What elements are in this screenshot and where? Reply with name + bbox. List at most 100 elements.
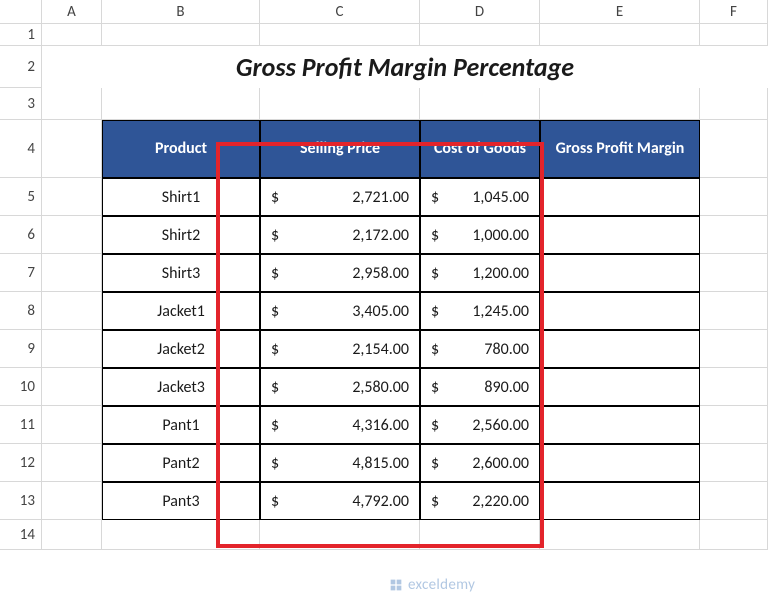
empty-cell[interactable] <box>42 520 102 550</box>
empty-cell[interactable] <box>700 444 768 482</box>
header-cost-of-goods[interactable]: Cost of Goods <box>420 120 540 178</box>
cell-product[interactable]: Jacket2 <box>102 330 260 368</box>
cell-gross-profit-margin[interactable] <box>540 178 700 216</box>
cell-selling-price[interactable]: $2,958.00 <box>260 254 420 292</box>
column-header[interactable]: E <box>540 0 700 24</box>
empty-cell[interactable] <box>700 254 768 292</box>
cell-selling-price[interactable]: $4,815.00 <box>260 444 420 482</box>
cell-product[interactable]: Jacket1 <box>102 292 260 330</box>
empty-cell[interactable] <box>540 88 700 120</box>
empty-cell[interactable] <box>420 520 540 550</box>
cell-gross-profit-margin[interactable] <box>540 330 700 368</box>
row-header[interactable]: 8 <box>0 292 42 330</box>
empty-cell[interactable] <box>260 88 420 120</box>
cell-cost-of-goods[interactable]: $2,220.00 <box>420 482 540 520</box>
empty-cell[interactable] <box>42 406 102 444</box>
empty-cell[interactable] <box>700 24 768 46</box>
empty-cell[interactable] <box>540 520 700 550</box>
empty-cell[interactable] <box>260 24 420 46</box>
row-header[interactable]: 2 <box>0 46 42 88</box>
cell-product[interactable]: Pant3 <box>102 482 260 520</box>
cell-gross-profit-margin[interactable] <box>540 444 700 482</box>
cell-gross-profit-margin[interactable] <box>540 406 700 444</box>
cell-product[interactable]: Shirt2 <box>102 216 260 254</box>
empty-cell[interactable] <box>700 178 768 216</box>
row-header[interactable]: 6 <box>0 216 42 254</box>
empty-cell[interactable] <box>700 482 768 520</box>
cell-selling-price[interactable]: $2,154.00 <box>260 330 420 368</box>
empty-cell[interactable] <box>420 24 540 46</box>
column-header[interactable]: B <box>102 0 260 24</box>
cell-cost-of-goods[interactable]: $1,000.00 <box>420 216 540 254</box>
cell-cost-of-goods[interactable]: $1,200.00 <box>420 254 540 292</box>
empty-cell[interactable] <box>540 24 700 46</box>
cell-cost-of-goods[interactable]: $780.00 <box>420 330 540 368</box>
header-gross-profit-margin[interactable]: Gross Profit Margin <box>540 120 700 178</box>
empty-cell[interactable] <box>42 216 102 254</box>
header-selling-price[interactable]: Selling Price <box>260 120 420 178</box>
watermark-icon <box>388 577 404 593</box>
cell-product[interactable]: Shirt3 <box>102 254 260 292</box>
cell-selling-price[interactable]: $3,405.00 <box>260 292 420 330</box>
row-header[interactable]: 1 <box>0 24 42 46</box>
column-header[interactable]: D <box>420 0 540 24</box>
row-header[interactable]: 11 <box>0 406 42 444</box>
empty-cell[interactable] <box>102 88 260 120</box>
cell-selling-price[interactable]: $4,316.00 <box>260 406 420 444</box>
cell-product[interactable]: Jacket3 <box>102 368 260 406</box>
empty-cell[interactable] <box>700 120 768 178</box>
cell-cost-of-goods[interactable]: $1,245.00 <box>420 292 540 330</box>
empty-cell[interactable] <box>42 24 102 46</box>
row-header[interactable]: 13 <box>0 482 42 520</box>
row-header[interactable]: 12 <box>0 444 42 482</box>
empty-cell[interactable] <box>700 88 768 120</box>
empty-cell[interactable] <box>420 88 540 120</box>
cell-cost-of-goods[interactable]: $2,560.00 <box>420 406 540 444</box>
empty-cell[interactable] <box>42 292 102 330</box>
empty-cell[interactable] <box>700 406 768 444</box>
column-header[interactable]: C <box>260 0 420 24</box>
row-header[interactable]: 7 <box>0 254 42 292</box>
empty-cell[interactable] <box>700 330 768 368</box>
empty-cell[interactable] <box>42 88 102 120</box>
empty-cell[interactable] <box>42 330 102 368</box>
empty-cell[interactable] <box>102 24 260 46</box>
column-header[interactable]: F <box>700 0 768 24</box>
cell-selling-price[interactable]: $2,721.00 <box>260 178 420 216</box>
cell-gross-profit-margin[interactable] <box>540 482 700 520</box>
cell-product[interactable]: Shirt1 <box>102 178 260 216</box>
empty-cell[interactable] <box>42 444 102 482</box>
empty-cell[interactable] <box>42 482 102 520</box>
empty-cell[interactable] <box>102 520 260 550</box>
empty-cell[interactable] <box>42 178 102 216</box>
row-header[interactable]: 5 <box>0 178 42 216</box>
empty-cell[interactable] <box>42 254 102 292</box>
row-header[interactable]: 9 <box>0 330 42 368</box>
empty-cell[interactable] <box>42 368 102 406</box>
cell-cost-of-goods[interactable]: $890.00 <box>420 368 540 406</box>
empty-cell[interactable] <box>260 520 420 550</box>
row-header[interactable]: 3 <box>0 88 42 120</box>
cell-selling-price[interactable]: $4,792.00 <box>260 482 420 520</box>
empty-cell[interactable] <box>700 520 768 550</box>
page-title: Gross Profit Margin Percentage <box>42 46 768 88</box>
empty-cell[interactable] <box>42 120 102 178</box>
cell-gross-profit-margin[interactable] <box>540 254 700 292</box>
cell-product[interactable]: Pant1 <box>102 406 260 444</box>
cell-cost-of-goods[interactable]: $1,045.00 <box>420 178 540 216</box>
cell-cost-of-goods[interactable]: $2,600.00 <box>420 444 540 482</box>
cell-selling-price[interactable]: $2,580.00 <box>260 368 420 406</box>
row-header[interactable]: 4 <box>0 120 42 178</box>
cell-selling-price[interactable]: $2,172.00 <box>260 216 420 254</box>
row-header[interactable]: 14 <box>0 520 42 550</box>
cell-gross-profit-margin[interactable] <box>540 216 700 254</box>
empty-cell[interactable] <box>700 368 768 406</box>
header-product[interactable]: Product <box>102 120 260 178</box>
empty-cell[interactable] <box>700 292 768 330</box>
cell-gross-profit-margin[interactable] <box>540 368 700 406</box>
empty-cell[interactable] <box>700 216 768 254</box>
column-header[interactable]: A <box>42 0 102 24</box>
row-header[interactable]: 10 <box>0 368 42 406</box>
cell-product[interactable]: Pant2 <box>102 444 260 482</box>
cell-gross-profit-margin[interactable] <box>540 292 700 330</box>
